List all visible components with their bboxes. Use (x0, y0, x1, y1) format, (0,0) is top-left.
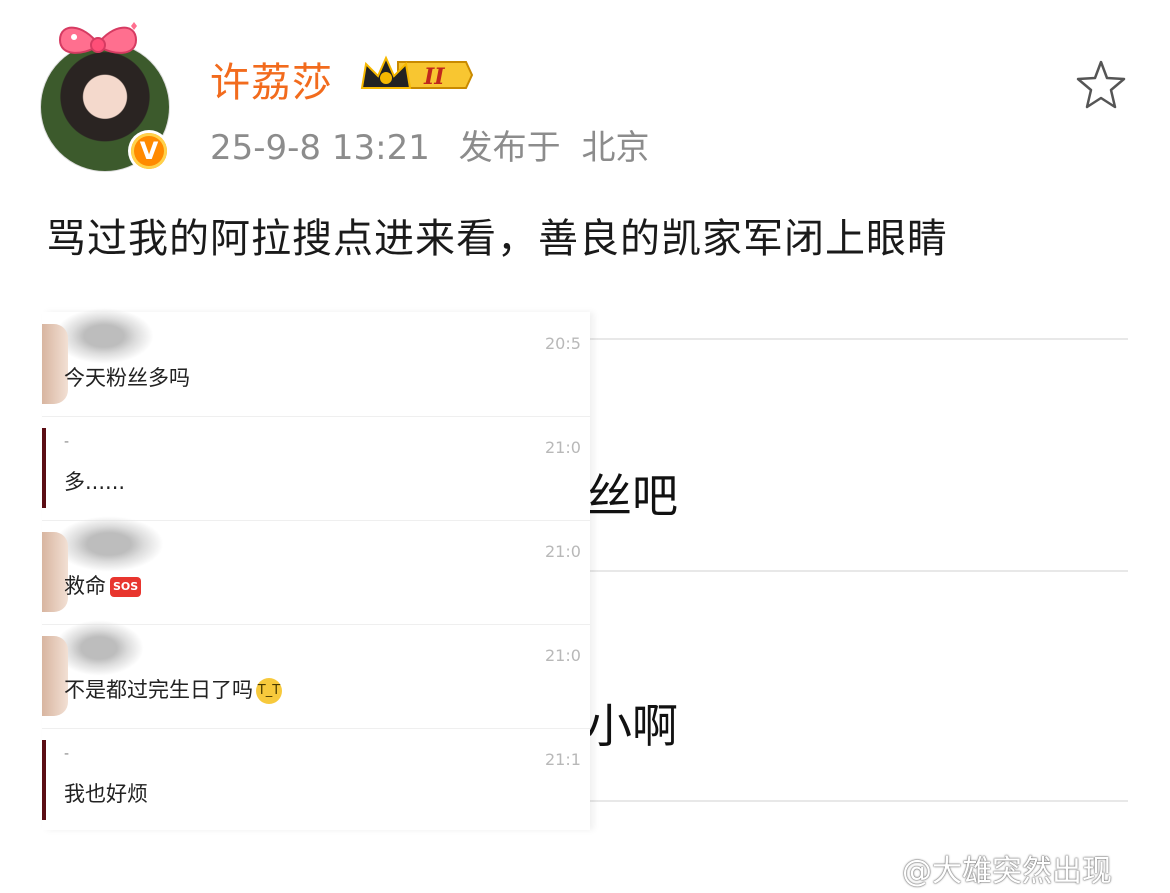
chat-message: 多...... (64, 470, 126, 494)
blurred-avatar (54, 308, 154, 364)
chat-time: 21:0 (545, 438, 581, 457)
chat-row[interactable]: 20:5 今天粉丝多吗 (42, 308, 590, 417)
vip-level-text: II (423, 64, 445, 90)
bow-decoration-icon (58, 22, 138, 54)
chat-time: 20:5 (545, 334, 581, 353)
location-prefix: 发布于 (458, 128, 561, 168)
bg-divider (590, 800, 1128, 802)
post-meta: 25-9-8 13:21 发布于 北京 (210, 120, 649, 169)
chat-row[interactable]: - 21:0 多...... (42, 416, 590, 521)
chat-sender: - (64, 434, 70, 450)
verified-v-icon: V (128, 130, 170, 172)
chat-message: 不是都过完生日了吗 T_T (64, 678, 282, 704)
avatar-thumb (42, 740, 46, 820)
chat-list-screenshot: 20:5 今天粉丝多吗 - 21:0 多...... 21:0 救命 SOS 21… (42, 308, 590, 832)
post-timestamp: 25-9-8 13:21 (210, 128, 430, 168)
crown-badge-icon[interactable]: II (358, 52, 474, 98)
chat-row[interactable]: 21:0 不是都过完生日了吗 T_T (42, 620, 590, 729)
chat-message: 我也好烦 (64, 782, 148, 806)
chat-row[interactable]: - 21:1 我也好烦 (42, 728, 590, 832)
chat-time: 21:0 (545, 646, 581, 665)
chat-time: 21:1 (545, 750, 581, 769)
chat-time: 21:0 (545, 542, 581, 561)
crying-emoji-icon: T_T (256, 678, 282, 704)
watermark: @大雄突然出现 (902, 854, 1112, 889)
blurred-avatar (54, 516, 164, 572)
chat-sender: - (64, 746, 70, 762)
chat-message: 今天粉丝多吗 (64, 366, 190, 390)
avatar-thumb (42, 428, 46, 508)
chat-message: 救命 SOS (64, 570, 142, 600)
bg-divider (590, 338, 1128, 340)
chat-row[interactable]: 21:0 救命 SOS (42, 516, 590, 625)
bg-text-1: 丝吧 (586, 469, 678, 523)
sos-emoji-icon: SOS (110, 577, 142, 597)
star-outline-icon[interactable] (1074, 58, 1128, 112)
post-location: 北京 (581, 128, 650, 168)
username[interactable]: 许荔莎 (210, 50, 333, 108)
bg-text-2: 小啊 (586, 699, 678, 753)
bg-divider (590, 570, 1128, 572)
post-text: 骂过我的阿拉搜点进来看，善良的凯家军闭上眼睛 (46, 216, 948, 262)
